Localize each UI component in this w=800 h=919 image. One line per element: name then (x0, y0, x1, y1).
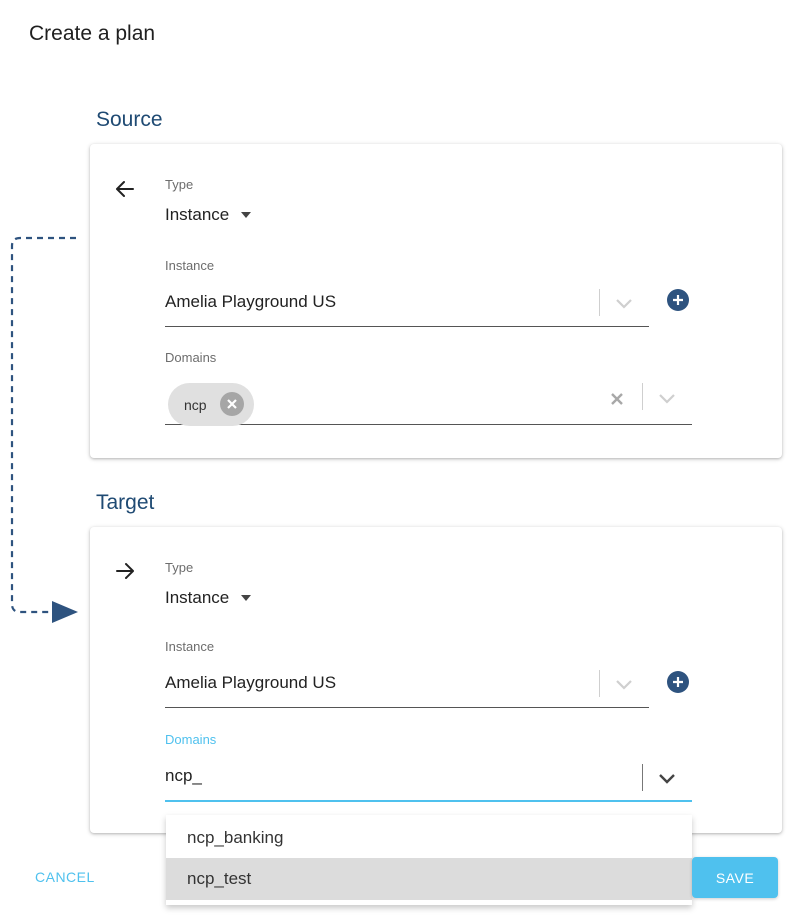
separator (599, 289, 600, 316)
chevron-down-icon[interactable] (658, 393, 676, 405)
save-button[interactable]: SAVE (692, 857, 778, 898)
create-plan-page: Create a plan Source Type Instance Insta… (0, 0, 800, 919)
caret-down-icon (241, 212, 252, 218)
target-section-title: Target (96, 491, 155, 514)
separator (642, 383, 643, 410)
arrow-right-icon (116, 563, 134, 579)
source-type-label: Type (165, 177, 194, 192)
source-target-connector (10, 236, 78, 623)
cancel-button[interactable]: CANCEL (35, 869, 95, 885)
target-type-label: Type (165, 560, 194, 575)
domain-chip-label: ncp (184, 396, 207, 413)
source-domains-label: Domains (165, 350, 217, 365)
target-domains-input-value: ncp_ (165, 766, 202, 785)
page-title: Create a plan (29, 22, 156, 45)
add-target-instance-button[interactable] (667, 671, 689, 693)
remove-chip-button[interactable] (220, 392, 244, 416)
clear-icon[interactable] (610, 392, 624, 406)
dropdown-option-ncp-test[interactable]: ncp_test (166, 858, 692, 900)
source-card: Type Instance Instance Amelia Playground… (90, 144, 782, 458)
source-type-select[interactable]: Instance (165, 205, 252, 225)
close-icon (227, 399, 237, 409)
source-instance-select[interactable]: Amelia Playground US (165, 283, 649, 327)
target-instance-value: Amelia Playground US (165, 673, 337, 692)
domain-chip: ncp (168, 383, 254, 426)
target-domains-label: Domains (165, 732, 217, 747)
target-type-select[interactable]: Instance (165, 588, 252, 608)
plus-icon (673, 295, 683, 305)
arrow-left-icon (116, 181, 134, 197)
separator (599, 670, 600, 697)
target-instance-select[interactable]: Amelia Playground US (165, 664, 649, 708)
separator (642, 764, 643, 791)
source-instance-value: Amelia Playground US (165, 292, 337, 311)
target-domains-input[interactable]: ncp_ (165, 757, 692, 802)
chevron-down-icon[interactable] (615, 298, 633, 310)
source-domains-select[interactable]: ncp (165, 366, 692, 426)
plus-icon (673, 677, 683, 687)
add-source-instance-button[interactable] (667, 289, 689, 311)
chevron-down-icon[interactable] (658, 773, 676, 785)
target-type-value: Instance (165, 588, 230, 607)
caret-down-icon (241, 595, 252, 601)
source-section-title: Source (96, 108, 163, 131)
chevron-down-icon[interactable] (615, 679, 633, 691)
domains-dropdown-menu: ncp_banking ncp_test (166, 815, 692, 905)
target-card: Type Instance Instance Amelia Playground… (90, 527, 782, 833)
source-instance-label: Instance (165, 258, 215, 273)
target-instance-label: Instance (165, 639, 215, 654)
source-type-value: Instance (165, 205, 230, 224)
dropdown-option-ncp-banking[interactable]: ncp_banking (166, 817, 692, 859)
